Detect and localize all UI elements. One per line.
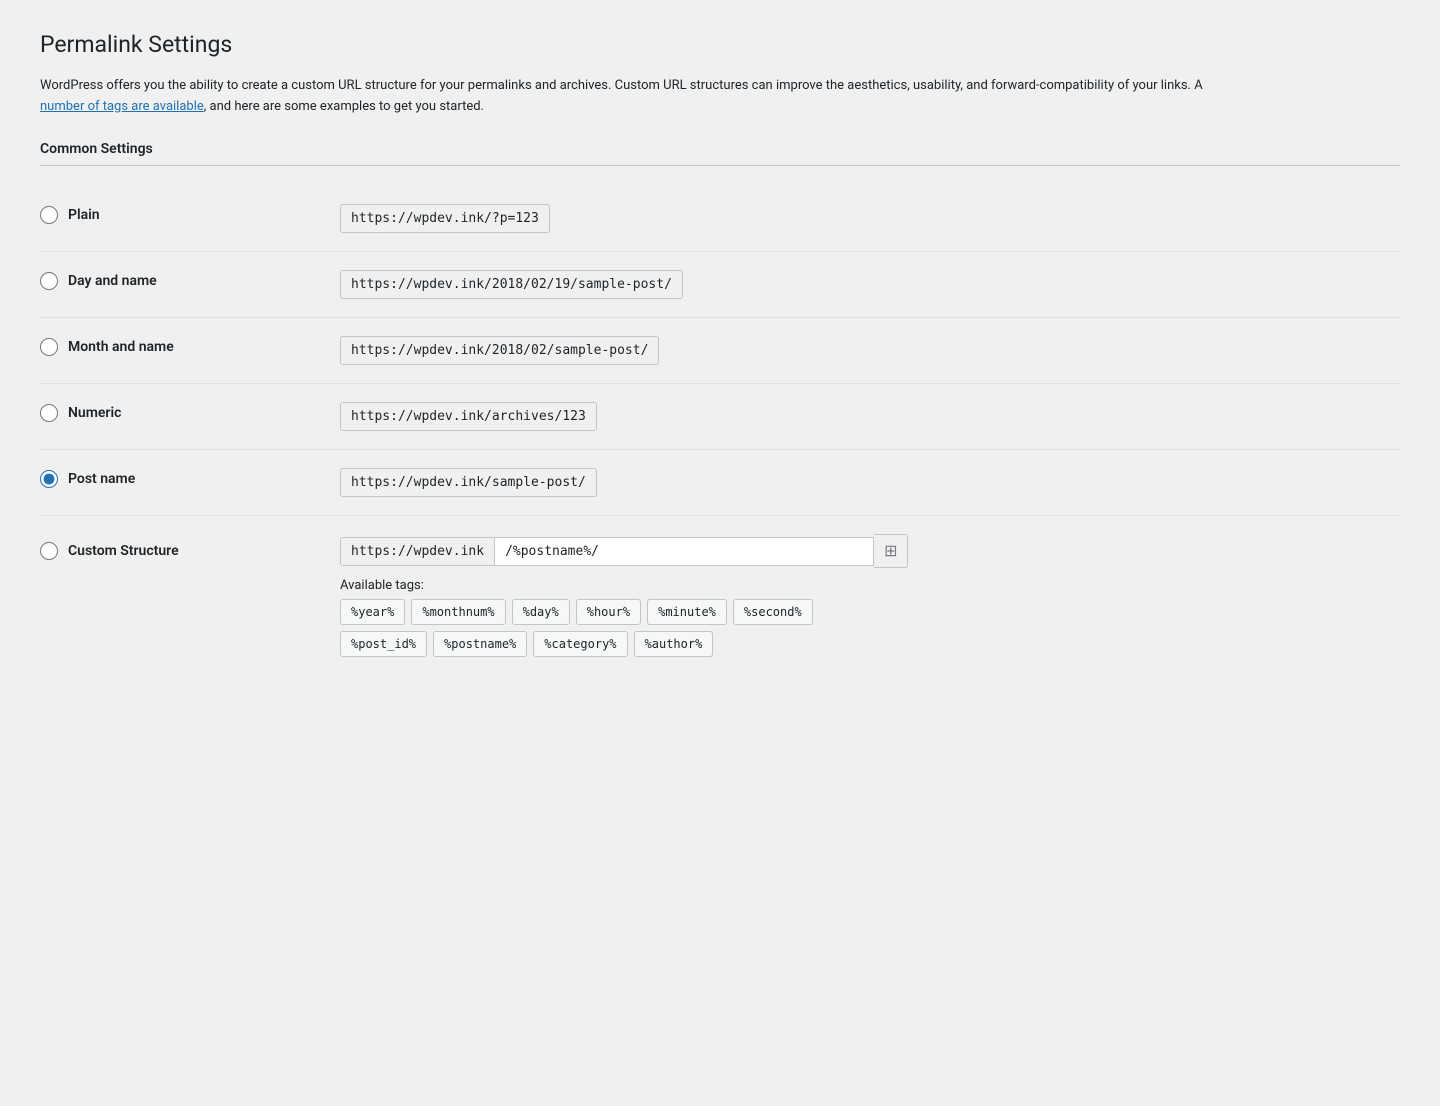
plain-label-text: Plain [68,207,100,223]
post-name-url-display: https://wpdev.ink/sample-post/ [340,468,597,497]
custom-structure-radio-label[interactable]: Custom Structure [40,534,340,560]
month-and-name-radio[interactable] [40,338,58,356]
custom-structure-input-row: https://wpdev.ink ⊞ [340,534,908,568]
day-and-name-label-text: Day and name [68,273,157,289]
plain-radio[interactable] [40,206,58,224]
tag-hour[interactable]: %hour% [576,599,641,625]
numeric-option-row: Numeric https://wpdev.ink/archives/123 [40,384,1400,450]
numeric-radio-label[interactable]: Numeric [40,402,340,422]
plain-option-row: Plain https://wpdev.ink/?p=123 [40,186,1400,252]
grid-icon: ⊞ [884,541,897,561]
page-description: WordPress offers you the ability to crea… [40,76,1240,118]
post-name-radio[interactable] [40,470,58,488]
tags-row-1: %year% %monthnum% %day% %hour% %minute% … [340,599,908,625]
permalink-options-list: Plain https://wpdev.ink/?p=123 Day and n… [40,186,1400,681]
tag-postname[interactable]: %postname% [433,631,527,657]
tag-post-id[interactable]: %post_id% [340,631,427,657]
description-text-1: WordPress offers you the ability to crea… [40,78,1203,93]
plain-radio-label[interactable]: Plain [40,204,340,224]
tags-available-link[interactable]: number of tags are available [40,99,204,114]
available-tags-label: Available tags: [340,578,908,593]
custom-structure-tags-button[interactable]: ⊞ [874,534,908,568]
tag-minute[interactable]: %minute% [647,599,727,625]
post-name-radio-label[interactable]: Post name [40,468,340,488]
tag-year[interactable]: %year% [340,599,405,625]
common-settings-heading: Common Settings [40,141,1400,166]
numeric-label-text: Numeric [68,405,121,421]
numeric-url-display: https://wpdev.ink/archives/123 [340,402,597,431]
available-tags-section: Available tags: %year% %monthnum% %day% … [340,578,908,663]
month-and-name-label-text: Month and name [68,339,174,355]
numeric-radio[interactable] [40,404,58,422]
custom-base-url-display: https://wpdev.ink [340,537,494,566]
custom-structure-option-row: Custom Structure https://wpdev.ink ⊞ Ava… [40,516,1400,681]
page-title: Permalink Settings [40,30,1400,60]
description-text-2: , and here are some examples to get you … [204,99,484,114]
tag-monthnum[interactable]: %monthnum% [411,599,505,625]
custom-structure-radio[interactable] [40,542,58,560]
month-and-name-radio-label[interactable]: Month and name [40,336,340,356]
day-and-name-radio[interactable] [40,272,58,290]
month-and-name-url-display: https://wpdev.ink/2018/02/sample-post/ [340,336,659,365]
day-and-name-radio-label[interactable]: Day and name [40,270,340,290]
tag-author[interactable]: %author% [634,631,714,657]
plain-url-display: https://wpdev.ink/?p=123 [340,204,550,233]
tag-category[interactable]: %category% [533,631,627,657]
day-and-name-url-display: https://wpdev.ink/2018/02/19/sample-post… [340,270,683,299]
custom-structure-label-text: Custom Structure [68,543,179,559]
month-and-name-option-row: Month and name https://wpdev.ink/2018/02… [40,318,1400,384]
custom-structure-content: https://wpdev.ink ⊞ Available tags: %yea… [340,534,908,663]
custom-structure-input[interactable] [494,537,874,566]
post-name-option-row: Post name https://wpdev.ink/sample-post/ [40,450,1400,516]
tag-second[interactable]: %second% [733,599,813,625]
day-and-name-option-row: Day and name https://wpdev.ink/2018/02/1… [40,252,1400,318]
post-name-label-text: Post name [68,471,135,487]
tags-row-2: %post_id% %postname% %category% %author% [340,631,908,657]
tag-day[interactable]: %day% [512,599,570,625]
